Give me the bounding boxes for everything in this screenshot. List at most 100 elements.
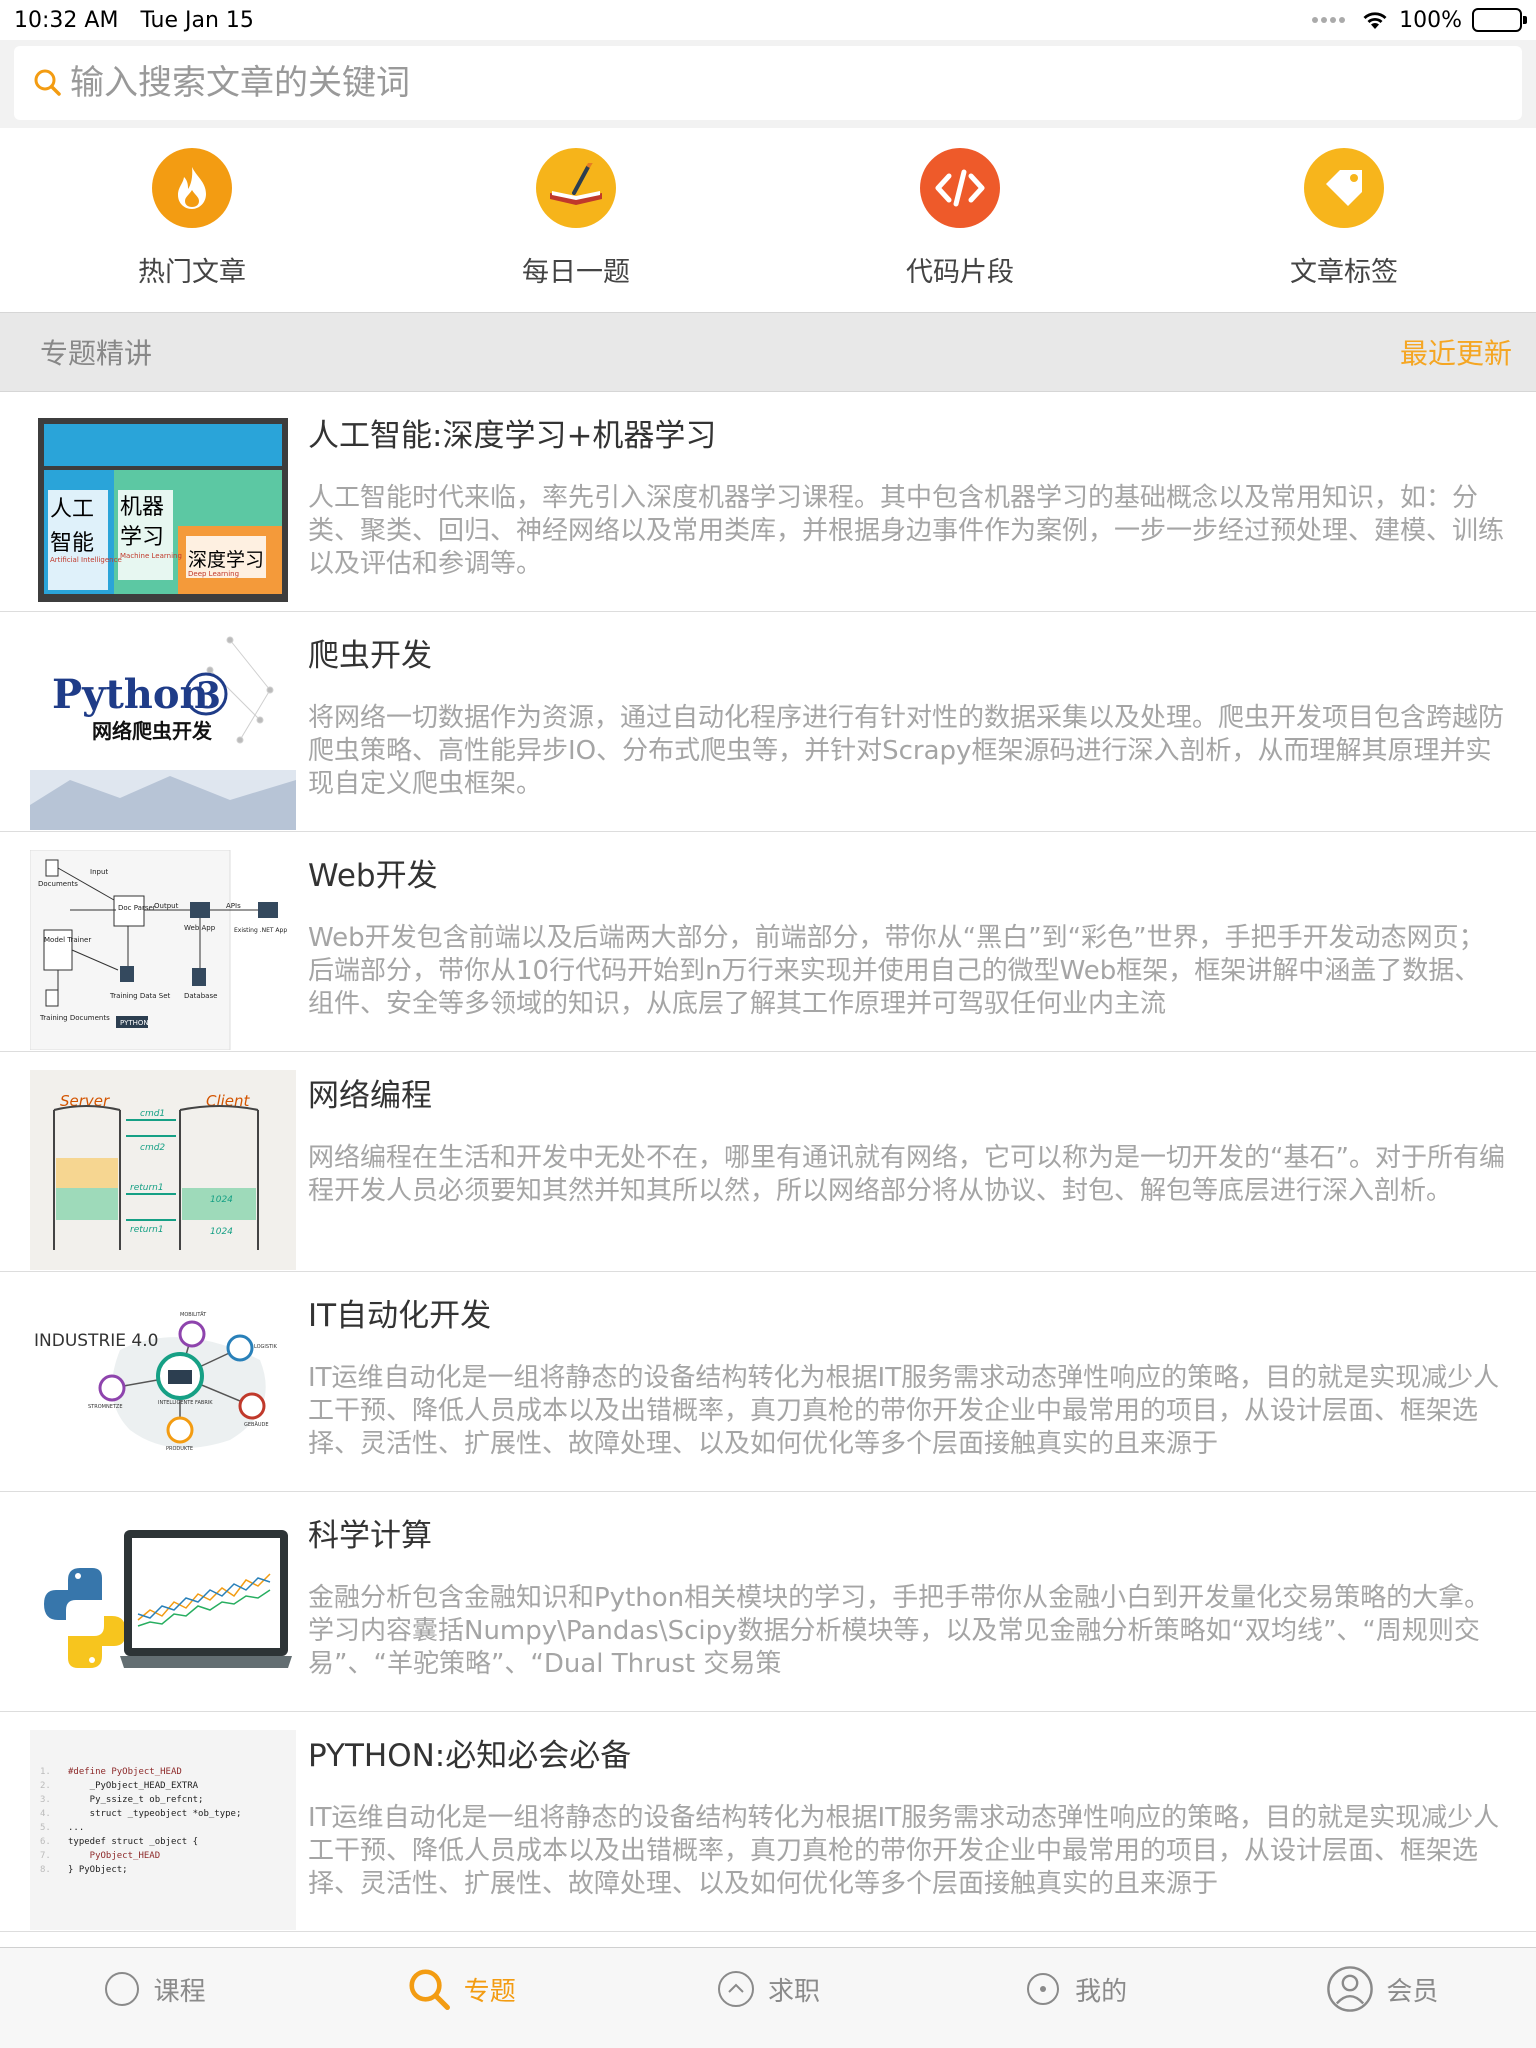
code-line: #define PyObject_HEAD [68,1767,182,1777]
recent-updates-link[interactable]: 最近更新 [1400,332,1512,372]
quick-label: 文章标签 [1290,257,1398,288]
quick-item-daily-question[interactable]: 每日一题 [384,128,768,312]
topic-item-scientific-computing[interactable]: 科学计算 金融分析包含金融知识和Python相关模块的学习，手把手带你从金融小白… [0,1492,1536,1712]
code-line: Py_ssize_t ob_refcnt; [68,1795,203,1805]
tab-jobs[interactable]: 求职 [614,1948,921,2048]
cover-text: 3 [196,675,221,717]
topic-thumbnail: 1. 2. 3. 4. 5. 6. 7. 8. #define PyObject_HEAD … [30,1730,296,1930]
python-crawler-cover-image: Python 3 网络爬虫开发 [30,630,296,830]
battery-percent: 100% [1399,7,1462,33]
code-icon [920,148,1000,228]
diagram-label: Output [154,902,179,910]
search-icon [34,69,61,96]
search-input[interactable] [70,63,1470,103]
sketch-label: cmd2 [140,1143,165,1153]
tab-mine[interactable]: 我的 [922,1948,1229,2048]
cover-label: LOGISTIK [254,1344,278,1350]
topic-text: Web开发 Web开发包含前端以及后端两大部分，前端部分，带你从“黑白”到“彩色… [296,850,1506,1051]
tab-label: 我的 [1075,1976,1128,2007]
topic-text: PYTHON:必知必会必备 IT运维自动化是一组将静态的设备结构转化为根据IT服… [296,1730,1506,1931]
server-client-sketch-image: Server Client cmd1 cmd2 return1 return1 … [30,1070,296,1270]
topic-thumbnail: INDUSTRIE 4.0 MOBILITÄT LOGISTIK STROMNE… [30,1290,296,1490]
cover-text: INDUSTRIE 4.0 [34,1331,158,1351]
svg-text:8.: 8. [40,1865,51,1875]
dot-circle-icon [1027,1973,1060,2005]
diagram-label: PYTHON [120,1019,149,1027]
tab-label: 求职 [767,1976,820,2007]
sketch-label: 1024 [210,1227,233,1237]
topic-item-python-essentials[interactable]: 1. 2. 3. 4. 5. 6. 7. 8. #define PyObject_HEAD … [0,1712,1536,1932]
tab-topics[interactable]: 专题 [307,1948,614,2048]
cover-label: INTELLIGENTE FABRIK [158,1400,213,1406]
ai-cover-image: 人工 智能 Artificial Intelligence 机器 学习 Mach… [30,410,296,610]
topic-text: 人工智能:深度学习+机器学习 人工智能时代来临，率先引入深度机器学习课程。其中包… [296,410,1506,611]
section-header: 专题精讲 最近更新 [0,312,1536,392]
topic-description: 人工智能时代来临，率先引入深度机器学习课程。其中包含机器学习的基础概念以及常用知… [308,483,1505,579]
chevron-up-circle-icon [717,1971,754,2007]
svg-text:7.: 7. [40,1851,51,1861]
topic-item-web[interactable]: Documents Input Doc Parser Output Web Ap… [0,832,1536,1052]
topic-item-network[interactable]: Server Client cmd1 cmd2 return1 return1 … [0,1052,1536,1272]
code-line: struct _typeobject *ob_type; [68,1809,241,1819]
cover-label: PRODUKTE [166,1446,193,1452]
quick-item-code-snippets[interactable]: 代码片段 [768,128,1152,312]
code-line: typedef struct _object { [68,1837,198,1847]
quick-item-article-tags[interactable]: 文章标签 [1152,128,1536,312]
tag-icon [1304,148,1384,228]
svg-text:1.: 1. [40,1767,51,1777]
topic-item-crawler[interactable]: Python 3 网络爬虫开发 爬虫开发 将网络一切数据作为资源，通过自动化程序… [0,612,1536,832]
topic-thumbnail: Server Client cmd1 cmd2 return1 return1 … [30,1070,296,1270]
tab-label: 课程 [153,1976,206,2007]
diagram-label: Input [90,868,108,876]
book-pen-icon [536,148,616,228]
status-date: Tue Jan 15 [140,7,254,33]
code-line: ... [68,1823,84,1833]
status-time: 10:32 AM [14,7,119,33]
topic-item-ai[interactable]: 人工 智能 Artificial Intelligence 机器 学习 Mach… [0,392,1536,612]
cover-label: GEBÄUDE [244,1421,269,1428]
topic-thumbnail: 人工 智能 Artificial Intelligence 机器 学习 Mach… [30,410,296,610]
cover-text: 机器 [120,495,164,520]
tab-membership[interactable]: 会员 [1229,1948,1536,2048]
quick-item-hot-articles[interactable]: 热门文章 [0,128,384,312]
code-line: PyObject_HEAD [68,1851,160,1861]
topic-text: 爬虫开发 将网络一切数据作为资源，通过自动化程序进行有针对性的数据采集以及处理。… [296,630,1506,831]
sketch-label: cmd1 [140,1109,165,1119]
diagram-label: Model Trainer [44,936,91,944]
app-screen: 10:32 AM Tue Jan 15 100% 输入搜索文章的关键词 热门文章… [0,0,1536,2048]
cover-text: 网络爬虫开发 [92,719,213,743]
quick-label: 热门文章 [138,257,246,288]
search-icon [409,1969,450,2010]
section-title: 专题精讲 [40,337,153,370]
diagram-label: Documents [38,880,78,888]
battery-icon [1472,8,1527,32]
diagram-label: APIs [226,902,241,910]
diagram-label: Training Documents [39,1014,110,1022]
topic-list[interactable]: 人工 智能 Artificial Intelligence 机器 学习 Mach… [0,392,1536,1947]
cover-text: Artificial Intelligence [50,556,122,564]
tab-courses[interactable]: 课程 [0,1948,307,2048]
topic-description: 网络编程在生活和开发中无处不在，哪里有通讯就有网络，它可以称为是一切开发的“基石… [308,1143,1505,1206]
cover-text: Machine Learning [120,552,182,560]
topic-description: IT运维自动化是一组将静态的设备结构转化为根据IT服务需求动态弹性响应的策略，目… [308,1803,1500,1899]
topic-text: IT自动化开发 IT运维自动化是一组将静态的设备结构转化为根据IT服务需求动态弹… [296,1290,1506,1491]
circle-icon [104,1972,139,2006]
topic-thumbnail: Python 3 网络爬虫开发 [30,630,296,830]
topic-thumbnail [30,1510,296,1710]
python-laptop-chart-image [30,1510,296,1710]
topic-item-it-automation[interactable]: INDUSTRIE 4.0 MOBILITÄT LOGISTIK STROMNE… [0,1272,1536,1492]
cover-label: STROMNETZE [88,1404,123,1410]
cover-text: 人工 [50,497,94,522]
search-box[interactable] [14,46,1522,120]
quick-label: 代码片段 [906,257,1014,288]
topic-title: Web开发 [308,858,438,894]
cover-text: 学习 [120,525,164,550]
wifi-icon [1363,12,1387,29]
code-line: } PyObject; [68,1865,128,1875]
svg-text:6.: 6. [40,1837,51,1847]
topic-title: IT自动化开发 [308,1298,492,1334]
tab-label: 专题 [463,1976,516,2007]
svg-text:5.: 5. [40,1823,51,1833]
python-code-image: 1.2.3.4. 5.6.7.8. #define PyObject_HEAD … [30,1730,296,1930]
cover-text: 智能 [50,531,94,556]
